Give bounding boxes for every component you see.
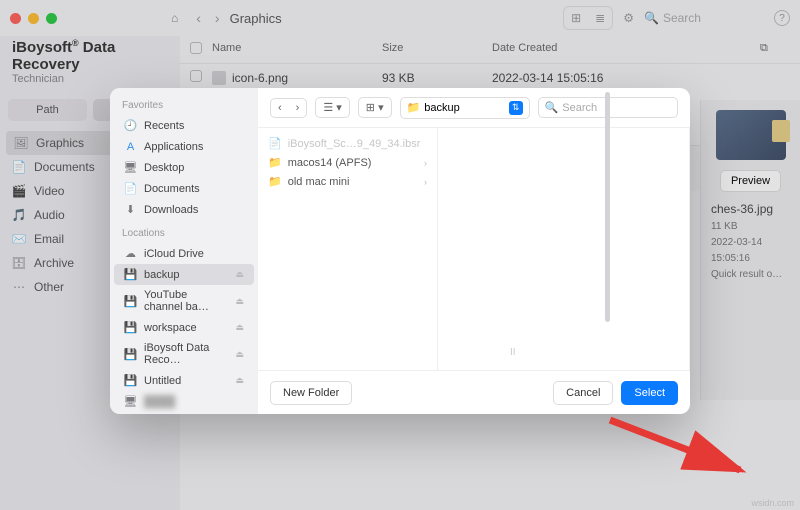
sidebar-item-applications[interactable]: A Applications	[114, 136, 254, 157]
new-folder-button[interactable]: New Folder	[270, 381, 352, 405]
sidebar-heading-favorites: Favorites	[110, 98, 258, 115]
select-button[interactable]: Select	[621, 381, 678, 405]
sidebar-item-downloads[interactable]: ⬇︎ Downloads	[114, 199, 254, 220]
dialog-folder-select[interactable]: 📁 backup ⇅	[400, 97, 530, 119]
sidebar-label: iBoysoft Data Reco…	[144, 342, 228, 366]
drive-icon: 🖥	[124, 395, 137, 408]
sidebar-icon: A	[124, 140, 137, 153]
drive-icon: 💾	[124, 268, 137, 281]
chevron-updown-icon: ⇅	[509, 101, 523, 115]
item-label: old mac mini	[288, 176, 350, 188]
folder-icon: 📁	[268, 175, 282, 188]
item-label: macos14 (APFS)	[288, 157, 372, 169]
browser-item[interactable]: 📁 old mac mini ›	[258, 172, 437, 191]
sidebar-heading-locations: Locations	[110, 226, 258, 243]
folder-icon: 📁	[407, 101, 421, 114]
sidebar-item-iboysoft-data-reco-[interactable]: 💾 iBoysoft Data Reco… ⏏	[114, 338, 254, 370]
watermark: wsidn.com	[751, 498, 794, 508]
sidebar-item-documents[interactable]: 📄 Documents	[114, 178, 254, 199]
sidebar-label: Downloads	[144, 204, 198, 216]
eject-icon[interactable]: ⏏	[235, 375, 244, 386]
sidebar-label: iCloud Drive	[144, 248, 204, 260]
sidebar-label: Recents	[144, 120, 184, 132]
sidebar-label: YouTube channel ba…	[144, 289, 228, 313]
sidebar-item-desktop[interactable]: 🖥 Desktop	[114, 157, 254, 178]
chevron-right-icon: ›	[424, 177, 427, 187]
sidebar-label: Untitled	[144, 375, 181, 387]
sidebar-label: workspace	[144, 322, 197, 334]
sidebar-scrollbar[interactable]	[605, 92, 610, 322]
dialog-view-columns[interactable]: ☰ ▾	[315, 97, 349, 118]
eject-icon[interactable]: ⏏	[235, 322, 244, 333]
sidebar-icon: 🖥	[124, 161, 137, 174]
sidebar-label: backup	[144, 269, 179, 281]
sidebar-item-icloud-drive[interactable]: ☁︎ iCloud Drive	[114, 243, 254, 264]
eject-icon[interactable]: ⏏	[235, 349, 244, 360]
resize-handle[interactable]: II	[510, 347, 516, 358]
sidebar-label: Documents	[144, 183, 200, 195]
dialog-column-empty: II	[438, 128, 690, 370]
folder-icon: 📁	[268, 156, 282, 169]
drive-icon: 💾	[124, 295, 137, 308]
sidebar-icon: ⬇︎	[124, 203, 137, 216]
dialog-group[interactable]: ⊞ ▾	[358, 97, 392, 118]
chevron-right-icon: ›	[424, 158, 427, 168]
folder-picker-dialog: Favorites 🕘 Recents A Applications 🖥 Desktop 📄…	[110, 88, 690, 414]
search-icon: 🔍	[545, 101, 559, 114]
dialog-folder-name: backup	[424, 102, 459, 114]
sidebar-icon: 🕘	[124, 119, 137, 132]
browser-item[interactable]: 📄 iBoysoft_Sc…9_49_34.ibsr	[258, 134, 437, 153]
sidebar-item-hidden[interactable]: 🖥 ████	[114, 391, 254, 412]
sidebar-item-network[interactable]: 🌐Network	[114, 412, 254, 414]
sidebar-item-recents[interactable]: 🕘 Recents	[114, 115, 254, 136]
sidebar-label: ████	[144, 396, 175, 408]
browser-item[interactable]: 📁 macos14 (APFS) ›	[258, 153, 437, 172]
eject-icon[interactable]: ⏏	[235, 296, 244, 307]
sidebar-item-backup[interactable]: 💾 backup ⏏	[114, 264, 254, 285]
sidebar-item-workspace[interactable]: 💾 workspace ⏏	[114, 317, 254, 338]
item-label: iBoysoft_Sc…9_49_34.ibsr	[288, 138, 421, 150]
drive-icon: 💾	[124, 321, 137, 334]
drive-icon: 💾	[124, 374, 137, 387]
file-icon: 📄	[268, 137, 282, 150]
drive-icon: 💾	[124, 348, 137, 361]
drive-icon: ☁︎	[124, 247, 137, 260]
sidebar-label: Desktop	[144, 162, 184, 174]
dialog-nav[interactable]: ‹›	[270, 98, 307, 118]
sidebar-label: Applications	[144, 141, 203, 153]
sidebar-item-untitled[interactable]: 💾 Untitled ⏏	[114, 370, 254, 391]
sidebar-item-youtube-channel-ba-[interactable]: 💾 YouTube channel ba… ⏏	[114, 285, 254, 317]
sidebar-icon: 📄	[124, 182, 137, 195]
dialog-search-placeholder: Search	[562, 102, 597, 114]
eject-icon[interactable]: ⏏	[235, 269, 244, 280]
cancel-button[interactable]: Cancel	[553, 381, 613, 405]
